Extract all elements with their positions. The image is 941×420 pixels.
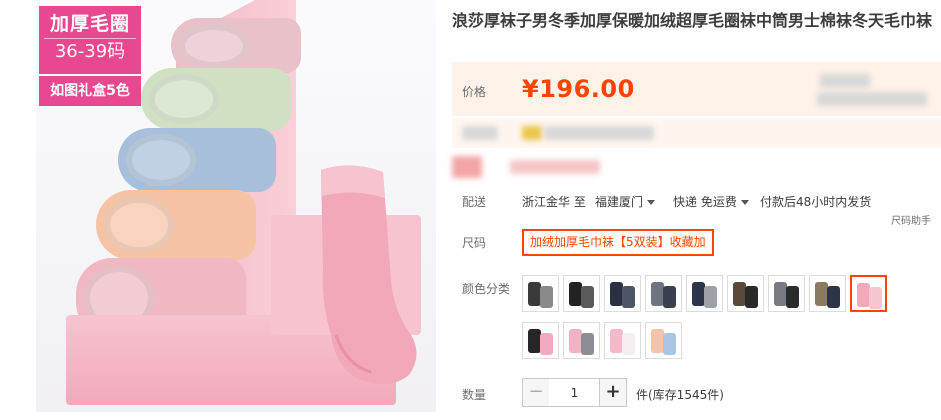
color-swatch-pink-gift-box[interactable] — [850, 275, 887, 312]
blurred-info — [820, 74, 870, 88]
swatch-sock-thumbnail — [745, 286, 758, 308]
quantity-decrease-button[interactable]: − — [522, 378, 550, 407]
shipping-row: 配送 浙江金华 至 福建厦门 快递 免运费 付款后48小时内发货 — [452, 190, 941, 212]
sock-roll-pink — [171, 18, 301, 73]
badge-main-box: 加厚毛圈 36-39码 — [39, 6, 141, 74]
color-swatch-pink-gray[interactable] — [563, 322, 600, 359]
sock-roll-peach — [96, 190, 256, 260]
badge-size-text: 36-39码 — [44, 38, 136, 65]
swatch-sock-thumbnail — [704, 286, 717, 308]
price-panel: 价格 ¥196.00 — [452, 62, 941, 116]
swatch-sock-thumbnail — [622, 286, 635, 308]
swatch-sock-thumbnail — [581, 333, 594, 355]
swatch-sock-thumbnail — [622, 333, 635, 355]
color-swatch-pink-white[interactable] — [604, 322, 641, 359]
size-label: 尺码 — [462, 236, 487, 250]
shipping-label: 配送 — [462, 195, 487, 209]
chevron-down-icon — [740, 200, 749, 205]
swatch-sock-thumbnail — [540, 333, 553, 355]
shipping-destination-select[interactable]: 福建厦门 — [595, 193, 656, 210]
swatch-sock-thumbnail — [786, 286, 799, 308]
swatch-sock-thumbnail — [663, 286, 676, 308]
shipping-method-text: 快递 免运费 — [673, 195, 737, 209]
badge-giftbox-text: 如图礼盒5色 — [39, 76, 141, 106]
swatch-sock-thumbnail — [869, 287, 882, 309]
color-swatch-brown-black[interactable] — [727, 275, 764, 312]
size-option-selected[interactable]: 加绒加厚毛巾袜【5双装】收藏加 — [522, 229, 714, 256]
color-swatch-black-gray[interactable] — [563, 275, 600, 312]
sock-roll-green — [141, 68, 291, 130]
color-swatch-multi-pastel[interactable] — [645, 322, 682, 359]
quantity-increase-button[interactable]: + — [599, 378, 627, 407]
standing-sock-illustration — [321, 165, 417, 384]
price-value: ¥196.00 — [522, 75, 635, 103]
shipping-origin: 浙江金华 至 — [522, 195, 586, 209]
product-detail-panel: 浪莎厚袜子男冬季加厚保暖加绒超厚毛圈袜中筒男士棉袜冬天毛巾袜 价格 ¥196.0… — [452, 0, 941, 420]
shipping-destination-text: 福建厦门 — [595, 195, 644, 209]
blurred-info — [452, 156, 482, 178]
product-title: 浪莎厚袜子男冬季加厚保暖加绒超厚毛圈袜中筒男士棉袜冬天毛巾袜 — [452, 11, 933, 30]
sock-roll-blue — [118, 128, 276, 192]
quantity-input[interactable] — [549, 378, 600, 407]
size-helper-link[interactable]: 尺码助手 — [891, 212, 931, 227]
stock-text: 件(库存1545件) — [636, 388, 724, 402]
color-label: 颜色分类 — [462, 282, 511, 296]
color-swatch-navy-gray[interactable] — [686, 275, 723, 312]
quantity-label: 数量 — [462, 388, 487, 402]
swatch-sock-thumbnail — [663, 333, 676, 355]
shipping-method-select[interactable]: 快递 免运费 — [673, 193, 749, 210]
blurred-info — [817, 92, 927, 106]
promotion-row — [452, 118, 941, 148]
color-swatch-gray-navy[interactable] — [645, 275, 682, 312]
blurred-info — [522, 126, 542, 140]
swatch-sock-thumbnail — [581, 286, 594, 308]
swatch-sock-thumbnail — [540, 286, 553, 308]
price-label: 价格 — [462, 85, 487, 99]
shipping-time: 付款后48小时内发货 — [760, 195, 872, 209]
promo-badge: 加厚毛圈 36-39码 如图礼盒5色 — [39, 6, 141, 106]
swatch-sock-thumbnail — [827, 286, 840, 308]
product-main-image[interactable]: 加厚毛圈 36-39码 如图礼盒5色 — [36, 0, 436, 412]
blurred-info — [544, 126, 654, 140]
color-swatch-mix-gray-black[interactable] — [522, 275, 559, 312]
blurred-info — [462, 126, 498, 140]
badge-thickness-text: 加厚毛圈 — [49, 13, 130, 35]
blurred-info — [510, 160, 600, 174]
color-swatch-black-pink[interactable] — [522, 322, 559, 359]
color-swatch-khaki-navy[interactable] — [809, 275, 846, 312]
chevron-down-icon — [647, 200, 656, 205]
blurred-row — [452, 152, 941, 180]
color-swatch-gray-black[interactable] — [768, 275, 805, 312]
color-swatch-navy-black[interactable] — [604, 275, 641, 312]
